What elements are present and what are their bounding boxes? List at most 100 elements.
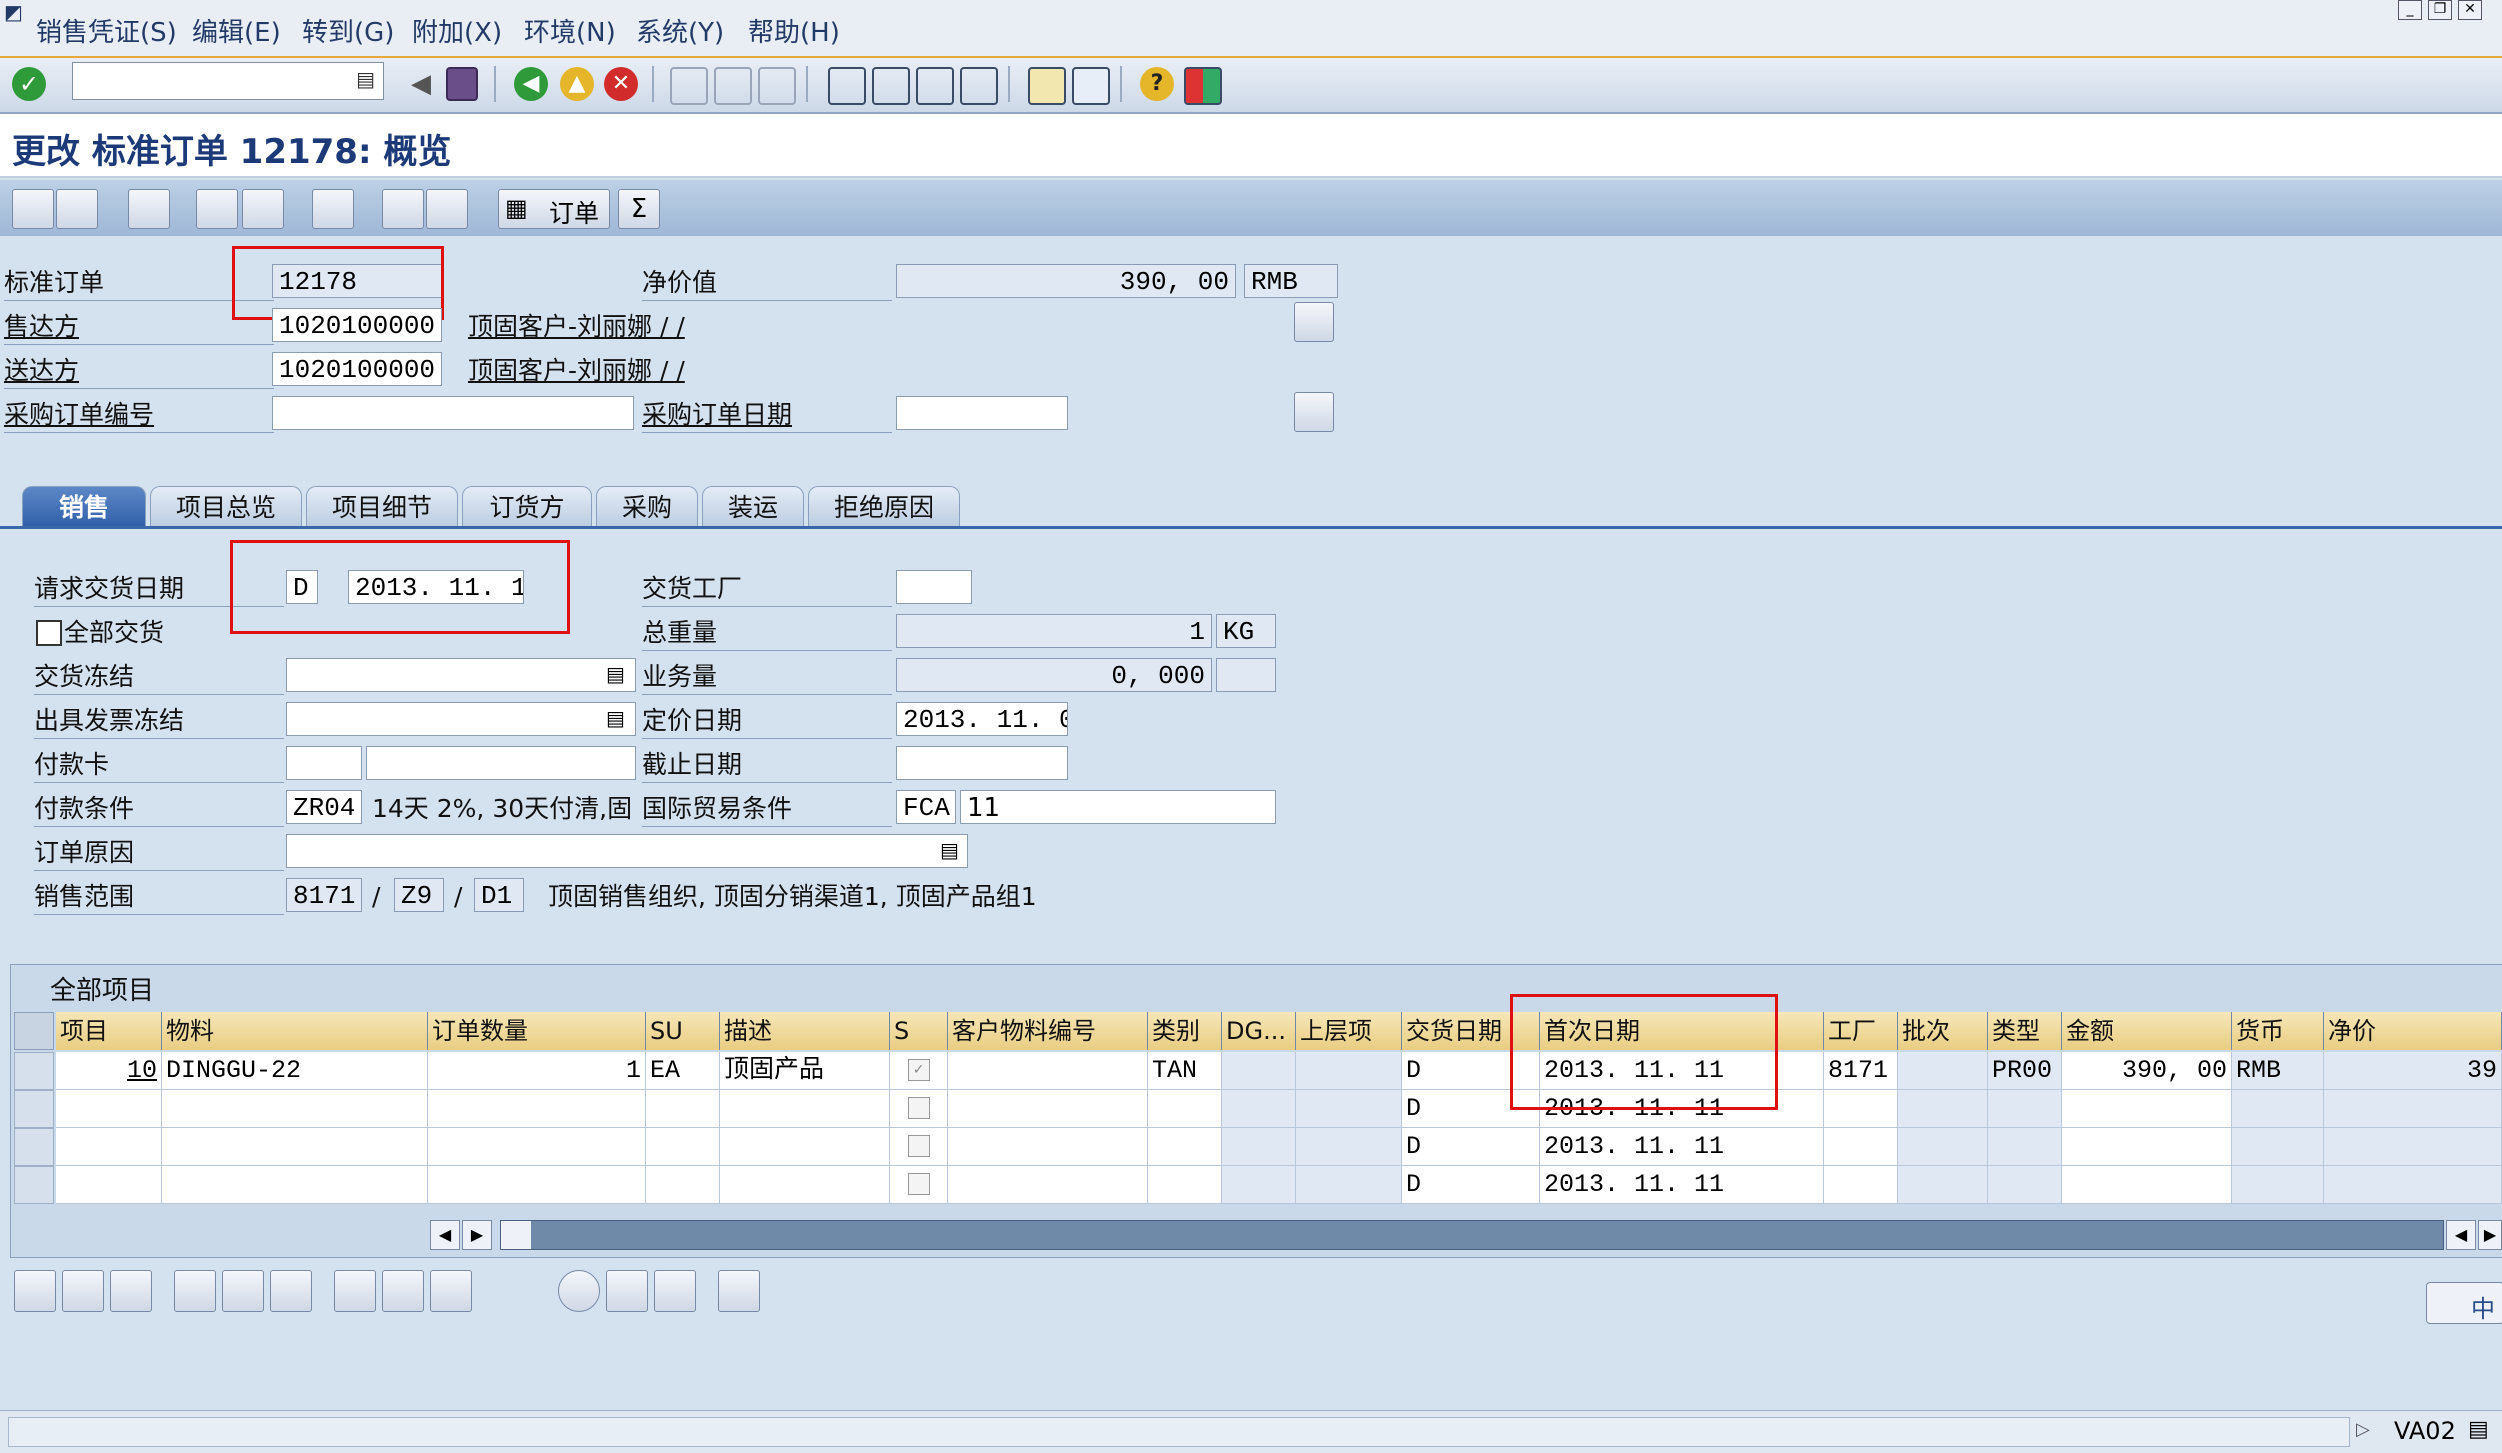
partner-icon[interactable] xyxy=(242,189,284,229)
output-icon[interactable] xyxy=(382,189,424,229)
cell-batch[interactable] xyxy=(1898,1052,1988,1090)
sold-to-name[interactable]: 顶固客户-刘丽娜 / / xyxy=(468,310,685,344)
tab-item-overview[interactable]: 项目总览 xyxy=(150,486,302,529)
delivery-block-field[interactable] xyxy=(286,658,636,692)
close-icon[interactable]: ✕ xyxy=(2458,0,2482,20)
cell-item[interactable] xyxy=(56,1166,162,1204)
cancel-icon[interactable]: ✕ xyxy=(604,67,638,101)
ship-to-field[interactable]: 1020100000 xyxy=(272,352,442,386)
prev-page-icon[interactable] xyxy=(872,67,910,105)
cell-net-price[interactable] xyxy=(2324,1166,2502,1204)
document-flow-icon[interactable] xyxy=(196,189,238,229)
cell-batch[interactable] xyxy=(1898,1166,1988,1204)
cell-currency[interactable] xyxy=(2232,1090,2324,1128)
status-expand-icon[interactable]: ▷ xyxy=(2356,1419,2370,1440)
select-all-column-header[interactable] xyxy=(14,1012,54,1050)
column-header-currency[interactable]: 货币 xyxy=(2232,1012,2324,1050)
checkbox-icon[interactable] xyxy=(907,1097,930,1120)
tab-ordering-party[interactable]: 订货方 xyxy=(462,486,592,529)
cell-dg[interactable] xyxy=(1222,1052,1296,1090)
item-detail-icon[interactable] xyxy=(14,1270,56,1312)
order-reason-dropdown-icon[interactable]: ▤ xyxy=(940,838,959,862)
insert-row-icon[interactable] xyxy=(62,1270,104,1312)
column-header-su[interactable]: SU xyxy=(646,1012,720,1050)
save-icon[interactable] xyxy=(446,67,478,101)
cell-delivery-date[interactable]: D xyxy=(1402,1166,1540,1204)
cell-higher-item[interactable] xyxy=(1296,1128,1402,1166)
checkbox-icon[interactable] xyxy=(907,1135,930,1158)
menu-goto[interactable]: 转到(G) xyxy=(302,12,394,49)
status-checkbox[interactable] xyxy=(890,1090,948,1128)
scroll-right-button[interactable]: ▶ xyxy=(462,1220,492,1250)
checkbox-icon[interactable] xyxy=(907,1173,930,1196)
cell-dg[interactable] xyxy=(1222,1166,1296,1204)
menu-edit[interactable]: 编辑(E) xyxy=(192,12,281,49)
cell-delivery-date[interactable]: D xyxy=(1402,1128,1540,1166)
last-page-icon[interactable] xyxy=(960,67,998,105)
minimize-icon[interactable]: _ xyxy=(2398,0,2422,20)
billing-block-field[interactable] xyxy=(286,702,636,736)
order-button[interactable]: ▦ 订单 xyxy=(498,189,610,229)
cell-net-price[interactable]: 39 xyxy=(2324,1052,2502,1090)
pricing-date-field[interactable]: 2013. 11. 04 xyxy=(896,702,1068,736)
status-overview-icon[interactable] xyxy=(312,189,354,229)
column-header-category[interactable]: 类别 xyxy=(1148,1012,1222,1050)
delete-icon[interactable] xyxy=(56,189,98,229)
command-field[interactable]: ▤ xyxy=(72,62,384,100)
cell-amount[interactable]: 390, 00 xyxy=(2062,1052,2232,1090)
document-icon[interactable] xyxy=(1294,302,1334,342)
column-header-item[interactable]: 项目 xyxy=(56,1012,162,1050)
cell-su[interactable] xyxy=(646,1090,720,1128)
header-details-icon[interactable] xyxy=(128,189,170,229)
delete-row-icon[interactable] xyxy=(110,1270,152,1312)
cell-dg[interactable] xyxy=(1222,1128,1296,1166)
cell-higher-item[interactable] xyxy=(1296,1090,1402,1128)
select-all-icon[interactable] xyxy=(174,1270,216,1312)
scrollbar-thumb[interactable] xyxy=(501,1221,531,1249)
cell-category[interactable]: TAN xyxy=(1148,1052,1222,1090)
ship-to-label[interactable]: 送达方 xyxy=(4,354,274,389)
payment-card-field-2[interactable] xyxy=(366,746,636,780)
incoterms-text-field[interactable]: 11 xyxy=(960,790,1276,824)
cell-material[interactable]: DINGGU-22 xyxy=(162,1052,428,1090)
command-dropdown-icon[interactable]: ▤ xyxy=(356,67,375,91)
cell-description[interactable] xyxy=(720,1166,890,1204)
cell-material[interactable] xyxy=(162,1166,428,1204)
cell-higher-item[interactable] xyxy=(1296,1052,1402,1090)
cell-material[interactable] xyxy=(162,1090,428,1128)
incoterms-code-field[interactable]: FCA xyxy=(896,790,956,824)
sort-ascending-icon[interactable] xyxy=(334,1270,376,1312)
cell-customer-material[interactable] xyxy=(948,1090,1148,1128)
cell-batch[interactable] xyxy=(1898,1128,1988,1166)
po-date-label[interactable]: 采购订单日期 xyxy=(642,398,892,433)
column-header-higher-item[interactable]: 上层项 xyxy=(1296,1012,1402,1050)
row-selector[interactable] xyxy=(14,1166,54,1204)
filter-icon[interactable] xyxy=(430,1270,472,1312)
menu-environment[interactable]: 环境(N) xyxy=(524,12,616,49)
cell-quantity[interactable] xyxy=(428,1128,646,1166)
column-header-dg[interactable]: DG... xyxy=(1222,1012,1296,1050)
sort-descending-icon[interactable] xyxy=(382,1270,424,1312)
cell-net-price[interactable] xyxy=(2324,1090,2502,1128)
cell-description[interactable] xyxy=(720,1090,890,1128)
column-header-plant[interactable]: 工厂 xyxy=(1824,1012,1898,1050)
cell-material[interactable] xyxy=(162,1128,428,1166)
row-selector[interactable] xyxy=(14,1128,54,1166)
menu-system[interactable]: 系统(Y) xyxy=(636,12,724,49)
cell-item[interactable] xyxy=(56,1128,162,1166)
cell-dg[interactable] xyxy=(1222,1090,1296,1128)
cell-su[interactable]: EA xyxy=(646,1052,720,1090)
app-menu-icon[interactable]: ◩ xyxy=(4,0,23,24)
cell-higher-item[interactable] xyxy=(1296,1166,1402,1204)
column-header-description[interactable]: 描述 xyxy=(720,1012,890,1050)
find-next-icon[interactable] xyxy=(758,67,796,105)
column-header-type[interactable]: 类型 xyxy=(1988,1012,2062,1050)
payment-terms-field[interactable]: ZR04 xyxy=(286,790,362,824)
horizontal-scrollbar[interactable] xyxy=(500,1220,2444,1250)
column-header-status[interactable]: S xyxy=(890,1012,948,1050)
cell-quantity[interactable] xyxy=(428,1090,646,1128)
menu-sales-document[interactable]: 销售凭证(S) xyxy=(36,12,177,49)
search-help-icon[interactable] xyxy=(1294,392,1334,432)
complete-delivery-checkbox[interactable] xyxy=(36,620,62,646)
order-reason-field[interactable] xyxy=(286,834,968,868)
